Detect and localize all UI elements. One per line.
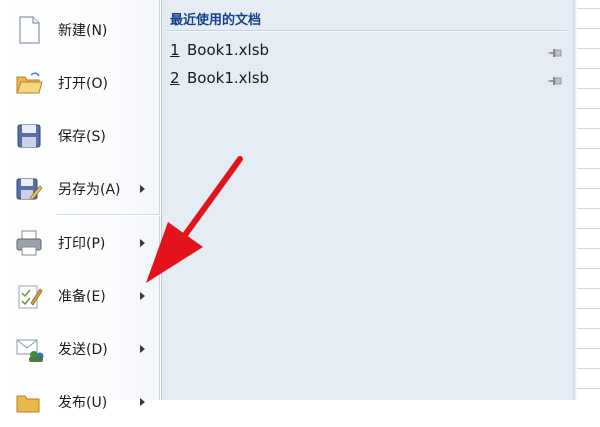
send-icon bbox=[14, 334, 44, 364]
pin-icon[interactable] bbox=[548, 72, 564, 85]
recent-document-item[interactable]: 2 Book1.xlsb bbox=[166, 65, 568, 91]
menu-item-open[interactable]: 打开(O) bbox=[0, 58, 160, 108]
window-edge bbox=[573, 0, 577, 400]
menu-item-label: 新建(N) bbox=[58, 23, 108, 39]
recent-document-name: Book1.xlsb bbox=[187, 69, 270, 87]
menu-item-label: 另存为(A) bbox=[58, 182, 121, 198]
spreadsheet-grid-background bbox=[573, 0, 600, 400]
menu-item-label: 保存(S) bbox=[58, 129, 106, 145]
submenu-arrow-icon bbox=[140, 345, 145, 353]
save-as-icon bbox=[14, 174, 44, 204]
office-menu: 新建(N) 打开(O) 保存(S) 另存为(A) 打印(P) 准备(E) 发送(… bbox=[0, 0, 160, 413]
submenu-arrow-icon bbox=[140, 398, 145, 406]
menu-item-label: 准备(E) bbox=[58, 289, 106, 305]
new-document-icon bbox=[14, 15, 44, 45]
recent-document-number: 2 bbox=[170, 69, 180, 87]
menu-item-label: 打开(O) bbox=[58, 76, 108, 92]
prepare-icon bbox=[14, 281, 44, 311]
menu-item-print[interactable]: 打印(P) bbox=[0, 218, 160, 268]
menu-item-label: 发送(D) bbox=[58, 342, 108, 358]
printer-icon bbox=[14, 228, 44, 258]
menu-item-prepare[interactable]: 准备(E) bbox=[0, 271, 160, 321]
publish-icon bbox=[14, 387, 44, 417]
menu-item-save-as[interactable]: 另存为(A) bbox=[0, 164, 160, 214]
menu-item-new[interactable]: 新建(N) bbox=[0, 5, 160, 55]
menu-item-save[interactable]: 保存(S) bbox=[0, 111, 160, 161]
recent-documents-title: 最近使用的文档 bbox=[170, 13, 262, 28]
pin-icon[interactable] bbox=[548, 44, 564, 57]
menu-item-send[interactable]: 发送(D) bbox=[0, 324, 160, 374]
menu-item-label: 打印(P) bbox=[58, 236, 106, 252]
menu-item-label: 发布(U) bbox=[58, 395, 108, 411]
recent-document-number: 1 bbox=[170, 41, 180, 59]
menu-divider bbox=[56, 214, 160, 216]
open-folder-icon bbox=[14, 68, 44, 98]
submenu-arrow-icon bbox=[140, 239, 145, 247]
recent-documents-panel: 最近使用的文档 1 Book1.xlsb 2 Book1.xlsb bbox=[161, 0, 573, 400]
recent-document-name: Book1.xlsb bbox=[187, 41, 270, 59]
title-divider bbox=[166, 30, 567, 32]
menu-item-publish[interactable]: 发布(U) bbox=[0, 377, 160, 427]
submenu-arrow-icon bbox=[140, 185, 145, 193]
recent-document-item[interactable]: 1 Book1.xlsb bbox=[166, 37, 568, 63]
submenu-arrow-icon bbox=[140, 292, 145, 300]
save-disk-icon bbox=[14, 121, 44, 151]
